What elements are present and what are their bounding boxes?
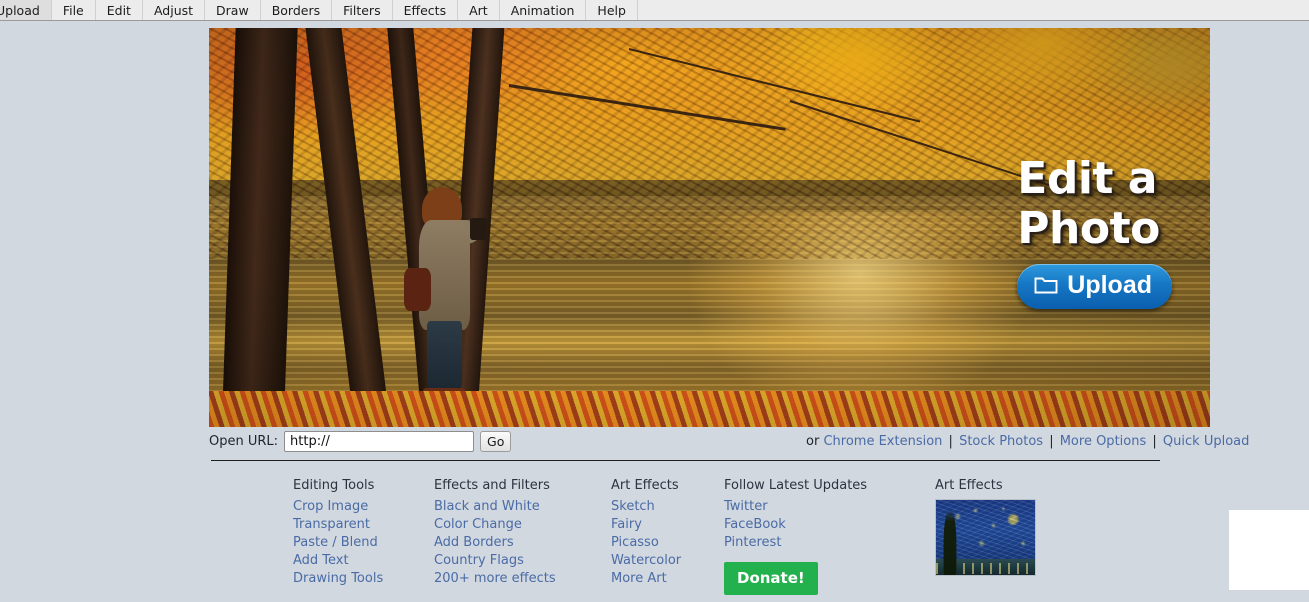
menu-item-label: Help [597, 2, 626, 18]
link-fairy[interactable]: Fairy [611, 516, 724, 534]
link-pinterest[interactable]: Pinterest [724, 534, 924, 552]
link-twitter[interactable]: Twitter [724, 498, 924, 516]
link-watercolor[interactable]: Watercolor [611, 552, 724, 570]
column-heading: Effects and Filters [434, 478, 550, 493]
open-url-input[interactable] [284, 430, 475, 452]
link-separator: | [1049, 433, 1054, 449]
go-button[interactable]: Go [480, 430, 512, 452]
column-follow-updates: Follow Latest Updates Twitter FaceBook P… [724, 477, 924, 595]
upload-button-label: Upload [1067, 271, 1152, 299]
open-url-label: Open URL: [209, 433, 279, 449]
menu-item-label: Edit [106, 2, 131, 18]
link-chrome-extension[interactable]: Chrome Extension [823, 434, 942, 449]
link-quick-upload[interactable]: Quick Upload [1163, 434, 1249, 449]
footer-link-columns: Editing Tools Crop Image Transparent Pas… [293, 477, 924, 595]
link-stock-photos[interactable]: Stock Photos [959, 434, 1043, 449]
link-picasso[interactable]: Picasso [611, 534, 724, 552]
link-add-text[interactable]: Add Text [293, 552, 434, 570]
link-more-art[interactable]: More Art [611, 570, 724, 588]
ad-placeholder [1229, 510, 1309, 590]
page-body: Edit a Photo Upload Open URL: Go or Chro… [0, 22, 1309, 602]
menu-item-animation[interactable]: Animation [499, 0, 587, 20]
column-heading: Editing Tools [293, 478, 375, 493]
menu-item-label: Effects [403, 2, 447, 18]
menu-item-label: Upload [0, 2, 40, 18]
menu-item-upload[interactable]: Upload [0, 0, 52, 20]
menu-item-label: Art [469, 2, 488, 18]
horizontal-divider [211, 460, 1160, 461]
column-heading: Art Effects [611, 478, 679, 493]
open-url-row: Open URL: Go or Chrome Extension | Stock… [209, 429, 1249, 453]
link-color-change[interactable]: Color Change [434, 516, 611, 534]
donate-button[interactable]: Donate! [724, 562, 818, 595]
link-country-flags[interactable]: Country Flags [434, 552, 611, 570]
quick-links-row: or Chrome Extension | Stock Photos | Mor… [806, 434, 1249, 449]
menu-bar: Upload File Edit Adjust Draw Borders Fil… [0, 0, 1309, 21]
menu-item-label: Adjust [153, 2, 194, 18]
menu-item-filters[interactable]: Filters [332, 0, 393, 20]
menu-item-label: Draw [216, 2, 249, 18]
menu-item-label: File [62, 2, 84, 18]
menu-item-draw[interactable]: Draw [205, 0, 261, 20]
menu-item-edit[interactable]: Edit [95, 0, 143, 20]
hero-text-block: Edit a Photo Upload [1017, 154, 1172, 309]
link-more-options[interactable]: More Options [1060, 434, 1147, 449]
column-heading: Follow Latest Updates [724, 478, 868, 493]
hero-headline-line-1: Edit a [1017, 153, 1157, 204]
menu-item-file[interactable]: File [51, 0, 96, 20]
starry-night-thumbnail[interactable] [935, 499, 1036, 576]
column-art-effects: Art Effects Sketch Fairy Picasso Waterco… [611, 477, 724, 595]
menu-item-borders[interactable]: Borders [260, 0, 333, 20]
column-editing-tools: Editing Tools Crop Image Transparent Pas… [293, 477, 434, 595]
thumbnail-cypress-tree [943, 509, 957, 575]
art-effects-promo: Art Effects [935, 477, 1039, 576]
hero-banner: Edit a Photo Upload [209, 28, 1210, 427]
link-add-borders[interactable]: Add Borders [434, 534, 611, 552]
folder-icon [1034, 276, 1058, 295]
link-facebook[interactable]: FaceBook [724, 516, 924, 534]
menu-item-help[interactable]: Help [586, 0, 638, 20]
menu-item-effects[interactable]: Effects [392, 0, 459, 20]
menu-item-label: Borders [271, 2, 321, 18]
link-more-effects[interactable]: 200+ more effects [434, 570, 611, 588]
menu-item-label: Filters [343, 2, 381, 18]
donate-button-label: Donate! [737, 569, 805, 587]
menu-item-label: Animation [510, 2, 575, 18]
link-paste-blend[interactable]: Paste / Blend [293, 534, 434, 552]
column-effects-and-filters: Effects and Filters Black and White Colo… [434, 477, 611, 595]
link-transparent[interactable]: Transparent [293, 516, 434, 534]
link-separator: | [1152, 433, 1157, 449]
hero-headline-line-2: Photo [1017, 203, 1160, 254]
link-sketch[interactable]: Sketch [611, 498, 724, 516]
go-button-label: Go [487, 433, 505, 449]
quick-links-prefix: or [806, 433, 820, 449]
upload-button[interactable]: Upload [1017, 264, 1172, 309]
link-drawing-tools[interactable]: Drawing Tools [293, 570, 434, 588]
link-separator: | [948, 433, 953, 449]
link-black-and-white[interactable]: Black and White [434, 498, 611, 516]
menu-item-art[interactable]: Art [458, 0, 500, 20]
menu-item-adjust[interactable]: Adjust [142, 0, 206, 20]
link-crop-image[interactable]: Crop Image [293, 498, 434, 516]
art-effects-promo-label: Art Effects [935, 478, 1003, 493]
